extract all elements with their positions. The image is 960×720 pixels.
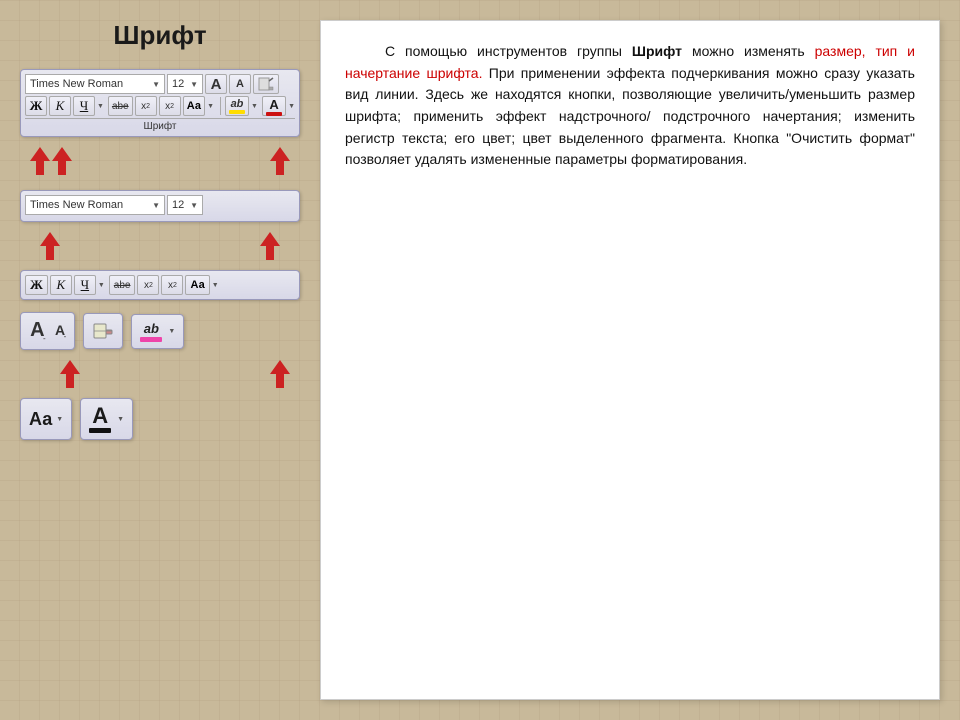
highlight-panel[interactable]: ab ▼ xyxy=(131,314,184,349)
font-name-arrow-2: ▼ xyxy=(152,201,160,210)
font-color-icon: A xyxy=(89,405,111,433)
grow-font-button[interactable]: A xyxy=(205,74,227,94)
italic-button[interactable]: К xyxy=(49,96,71,116)
highlight-arrow: ▼ xyxy=(251,103,258,110)
change-case-button[interactable]: Аа xyxy=(183,96,206,116)
clear-format-button[interactable] xyxy=(253,74,279,94)
underline-button[interactable]: Ч xyxy=(73,96,95,116)
eraser-panel[interactable] xyxy=(83,313,123,349)
font-row-2: Times New Roman ▼ 12 ▼ xyxy=(25,195,295,215)
font-name-label-2: Times New Roman xyxy=(30,199,123,211)
format-row-2: Ж К Ч ▼ abe x2 x2 Аа ▼ xyxy=(25,275,295,295)
left-panel: Шрифт Times New Roman ▼ 12 ▼ A A Ж К Ч ▼… xyxy=(20,20,300,700)
change-case-arrow: ▼ xyxy=(207,103,214,110)
strikethrough-button[interactable]: abe xyxy=(108,96,133,116)
subscript-button-2[interactable]: x2 xyxy=(137,275,159,295)
arrows-row-2 xyxy=(20,232,300,260)
page-title: Шрифт xyxy=(20,20,300,51)
font-color-dropdown-arrow: ▼ xyxy=(117,416,124,423)
font-size-dropdown[interactable]: 12 ▼ xyxy=(167,74,203,94)
description-text: С помощью инструментов группы Шрифт можн… xyxy=(345,41,915,171)
font-row-panel: Times New Roman ▼ 12 ▼ xyxy=(20,190,300,222)
font-name-label: Times New Roman xyxy=(30,78,123,90)
highlight-color-button[interactable]: ab xyxy=(225,96,249,116)
bold-button-2[interactable]: Ж xyxy=(25,275,48,295)
highlight-dropdown-arrow: ▼ xyxy=(168,328,175,335)
panel-label: Шрифт xyxy=(25,118,295,132)
font-size-arrow-2: ▼ xyxy=(190,201,198,210)
strikethrough-button-2[interactable]: abe xyxy=(109,275,136,295)
superscript-button[interactable]: x2 xyxy=(159,96,181,116)
shrink-font-button[interactable]: A xyxy=(229,74,251,94)
underline-arrow: ▼ xyxy=(97,103,104,110)
italic-button-2[interactable]: К xyxy=(50,275,72,295)
change-case-arrow-2: ▼ xyxy=(212,282,219,289)
small-panels-row: A - A - ab ▼ xyxy=(20,312,300,350)
underline-button-2[interactable]: Ч xyxy=(74,275,96,295)
underline-arrow-2: ▼ xyxy=(98,282,105,289)
subscript-button[interactable]: x2 xyxy=(135,96,157,116)
aa-dropdown-arrow: ▼ xyxy=(56,416,63,423)
change-case-panel[interactable]: Аа ▼ xyxy=(20,398,72,440)
highlighted-phrase: размер, тип и начертание шрифта. xyxy=(345,43,915,81)
font-color-button[interactable]: A xyxy=(262,96,286,116)
arrows-row-1 xyxy=(20,147,300,180)
font-name-arrow: ▼ xyxy=(152,80,160,89)
font-color-arrow: ▼ xyxy=(288,103,295,110)
font-size-arrow: ▼ xyxy=(190,80,198,89)
format-row: Ж К Ч ▼ abe x2 x2 Аа ▼ ab ▼ A xyxy=(25,96,295,116)
font-size-dropdown-2[interactable]: 12 ▼ xyxy=(167,195,203,215)
shrink-font-icon: A - xyxy=(54,322,67,341)
superscript-button-2[interactable]: x2 xyxy=(161,275,183,295)
font-size-label-2: 12 xyxy=(172,199,184,211)
bottom-panels-row: Аа ▼ A ▼ xyxy=(20,398,300,440)
change-case-button-2[interactable]: Аа xyxy=(185,275,209,295)
eraser-icon xyxy=(92,320,114,342)
font-name-dropdown-2[interactable]: Times New Roman ▼ xyxy=(25,195,165,215)
grow-font-icon: A - xyxy=(29,319,46,343)
description-panel: С помощью инструментов группы Шрифт можн… xyxy=(320,20,940,700)
full-toolbar-panel: Times New Roman ▼ 12 ▼ A A Ж К Ч ▼ abe x… xyxy=(20,69,300,137)
format-row-panel: Ж К Ч ▼ abe x2 x2 Аа ▼ xyxy=(20,270,300,300)
font-size-label: 12 xyxy=(172,78,184,90)
font-name-dropdown[interactable]: Times New Roman ▼ xyxy=(25,74,165,94)
grow-shrink-panel: A - A - xyxy=(20,312,75,350)
separator-1 xyxy=(220,97,221,115)
arrows-row-3 xyxy=(20,360,300,388)
font-color-panel[interactable]: A ▼ xyxy=(80,398,133,440)
aa-label: Аа xyxy=(29,409,52,430)
bold-button[interactable]: Ж xyxy=(25,96,47,116)
font-row: Times New Roman ▼ 12 ▼ A A xyxy=(25,74,295,94)
highlight-ab-icon: ab xyxy=(140,321,162,342)
highlight-word-shrift: Шрифт xyxy=(632,43,682,59)
